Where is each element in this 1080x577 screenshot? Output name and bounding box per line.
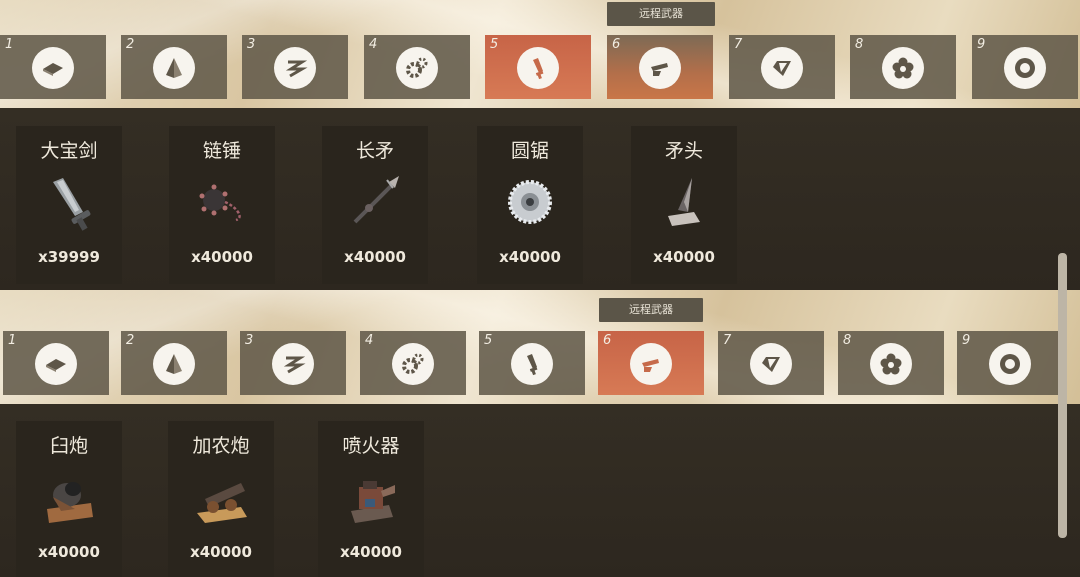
section1-tab-8[interactable]: 8 [850,35,956,99]
tab-number: 8 [843,333,852,348]
item-quantity: x40000 [340,543,402,561]
cannon-item-icon [191,467,251,527]
section2-tab-8[interactable]: 8 [838,331,944,395]
section1-tab-2[interactable]: 2 [121,35,227,99]
section2-tab-3[interactable]: 3 [240,331,346,395]
zigzag-icon [272,343,314,385]
section1-tab-1[interactable]: 1 [0,35,106,99]
section1-tab-3[interactable]: 3 [242,35,348,99]
section1-tab-7[interactable]: 7 [729,35,835,99]
tab-number: 7 [734,37,743,52]
item-card[interactable]: 链锤 x40000 [169,126,275,284]
tab-number: 5 [484,333,493,348]
tab-number: 7 [723,333,732,348]
flamethrower-icon [341,467,401,527]
item-name: 长矛 [355,140,394,162]
flower-icon [870,343,912,385]
tab-number: 6 [612,37,621,52]
tab-number: 2 [126,333,135,348]
section1-tab-4[interactable]: 4 [364,35,470,99]
diamond-icon [750,343,792,385]
tab-number: 1 [5,37,14,52]
item-card[interactable]: 大宝剑 x39999 [16,126,122,284]
item-card[interactable]: 臼炮 x40000 [16,421,122,577]
tab-number: 2 [126,37,135,52]
item-quantity: x40000 [499,248,561,266]
section1-tab-9[interactable]: 9 [972,35,1078,99]
tab-number: 6 [603,333,612,348]
item-card[interactable]: 长矛 x40000 [322,126,428,284]
tab-number: 9 [962,333,971,348]
tab-number: 4 [369,37,378,52]
gears-icon [396,47,438,89]
scrollbar[interactable] [1058,253,1067,538]
section2-tab-6[interactable]: 6 [598,331,704,395]
section2-items-panel [0,404,1080,577]
section1-tab-5[interactable]: 5 [485,35,591,99]
diamond-icon [761,47,803,89]
item-card[interactable]: 喷火器 x40000 [318,421,424,577]
item-name: 喷火器 [342,435,400,457]
tab-number: 1 [8,333,17,348]
section1-tab-6[interactable]: 6 [607,35,713,99]
cannon-icon [639,47,681,89]
item-card[interactable]: 矛头 x40000 [631,126,737,284]
section2-tab-9[interactable]: 9 [957,331,1063,395]
saw-icon [500,172,560,232]
tab-number: 5 [490,37,499,52]
section2-tab-1[interactable]: 1 [3,331,109,395]
cannon-icon [630,343,672,385]
section2-category-title: 远程武器 [599,298,703,322]
item-card[interactable]: 加农炮 x40000 [168,421,274,577]
item-name: 大宝剑 [40,140,98,162]
pyramid-icon [153,47,195,89]
item-name: 臼炮 [49,435,88,457]
item-quantity: x40000 [653,248,715,266]
item-name: 加农炮 [192,435,250,457]
item-quantity: x40000 [344,248,406,266]
item-name: 圆锯 [510,140,549,162]
gears-icon [392,343,434,385]
pyramid-icon [153,343,195,385]
section2-tab-5[interactable]: 5 [479,331,585,395]
flail-icon [192,172,252,232]
flower-icon [882,47,924,89]
burst-icon [1004,47,1046,89]
tab-number: 3 [245,333,254,348]
sword-icon [517,47,559,89]
item-name: 链锤 [202,140,241,162]
item-quantity: x39999 [38,248,100,266]
section2-tab-4[interactable]: 4 [360,331,466,395]
tab-number: 4 [365,333,374,348]
item-quantity: x40000 [191,248,253,266]
section2-tab-7[interactable]: 7 [718,331,824,395]
item-quantity: x40000 [38,543,100,561]
spearhead-icon [654,172,714,232]
spear-icon [345,172,405,232]
section1-category-title: 远程武器 [607,2,715,26]
plate-icon [35,343,77,385]
mortar-icon [39,467,99,527]
tab-number: 3 [247,37,256,52]
great-sword-icon [39,172,99,232]
plate-icon [32,47,74,89]
sword-icon [511,343,553,385]
item-name: 矛头 [664,140,703,162]
zigzag-icon [274,47,316,89]
section2-tab-2[interactable]: 2 [121,331,227,395]
tab-number: 9 [977,37,986,52]
burst-icon [989,343,1031,385]
item-card[interactable]: 圆锯 x40000 [477,126,583,284]
item-quantity: x40000 [190,543,252,561]
tab-number: 8 [855,37,864,52]
